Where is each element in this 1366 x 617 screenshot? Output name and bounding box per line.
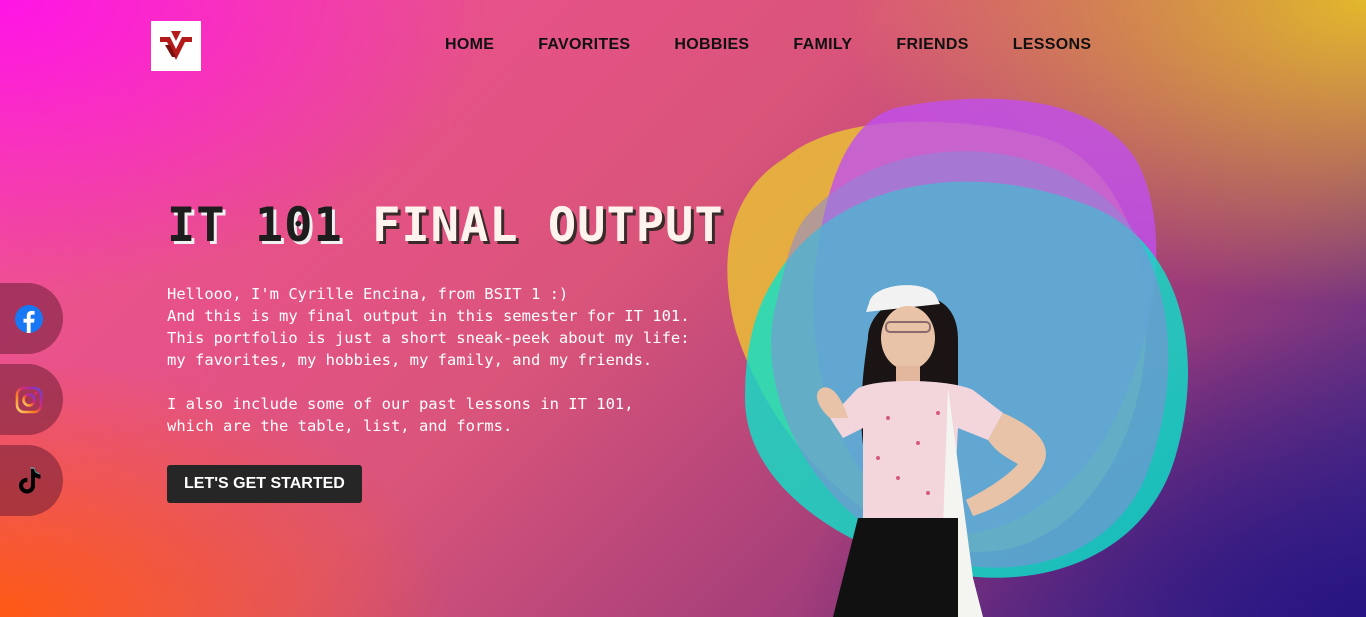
intro-line: I also include some of our past lessons … xyxy=(167,395,634,413)
intro-text: Hellooo, I'm Cyrille Encina, from BSIT 1… xyxy=(167,283,727,437)
main-nav: HOME FAVORITES HOBBIES FAMILY FRIENDS LE… xyxy=(445,36,1091,54)
facebook-link[interactable] xyxy=(0,283,63,354)
get-started-button[interactable]: LET'S GET STARTED xyxy=(167,465,362,503)
nav-lessons[interactable]: LESSONS xyxy=(1013,36,1092,54)
intro-paragraph-2: I also include some of our past lessons … xyxy=(167,393,727,437)
nav-family[interactable]: FAMILY xyxy=(793,36,852,54)
page-title: IT 101 FINAL OUTPUT xyxy=(167,198,724,253)
intro-line: And this is my final output in this seme… xyxy=(167,307,690,325)
profile-photo xyxy=(816,285,1046,617)
nav-hobbies[interactable]: HOBBIES xyxy=(674,36,749,54)
nav-favorites[interactable]: FAVORITES xyxy=(538,36,630,54)
nav-home[interactable]: HOME xyxy=(445,36,494,54)
instagram-icon xyxy=(15,386,43,413)
intro-line: This portfolio is just a short sneak-pee… xyxy=(167,329,690,347)
tiktok-link[interactable] xyxy=(0,445,63,516)
instagram-link[interactable] xyxy=(0,364,63,435)
facebook-icon xyxy=(15,304,43,333)
tiktok-icon xyxy=(19,467,41,493)
title-part2: FINAL OUTPUT xyxy=(372,198,724,253)
title-part1: IT 101 xyxy=(167,198,343,253)
intro-line: Hellooo, I'm Cyrille Encina, from BSIT 1… xyxy=(167,285,569,303)
intro-line: my favorites, my hobbies, my family, and… xyxy=(167,351,653,369)
logo-icon xyxy=(160,31,192,60)
site-logo[interactable] xyxy=(151,21,201,71)
intro-line: which are the table, list, and forms. xyxy=(167,417,513,435)
nav-friends[interactable]: FRIENDS xyxy=(896,36,968,54)
intro-paragraph-1: Hellooo, I'm Cyrille Encina, from BSIT 1… xyxy=(167,283,727,371)
